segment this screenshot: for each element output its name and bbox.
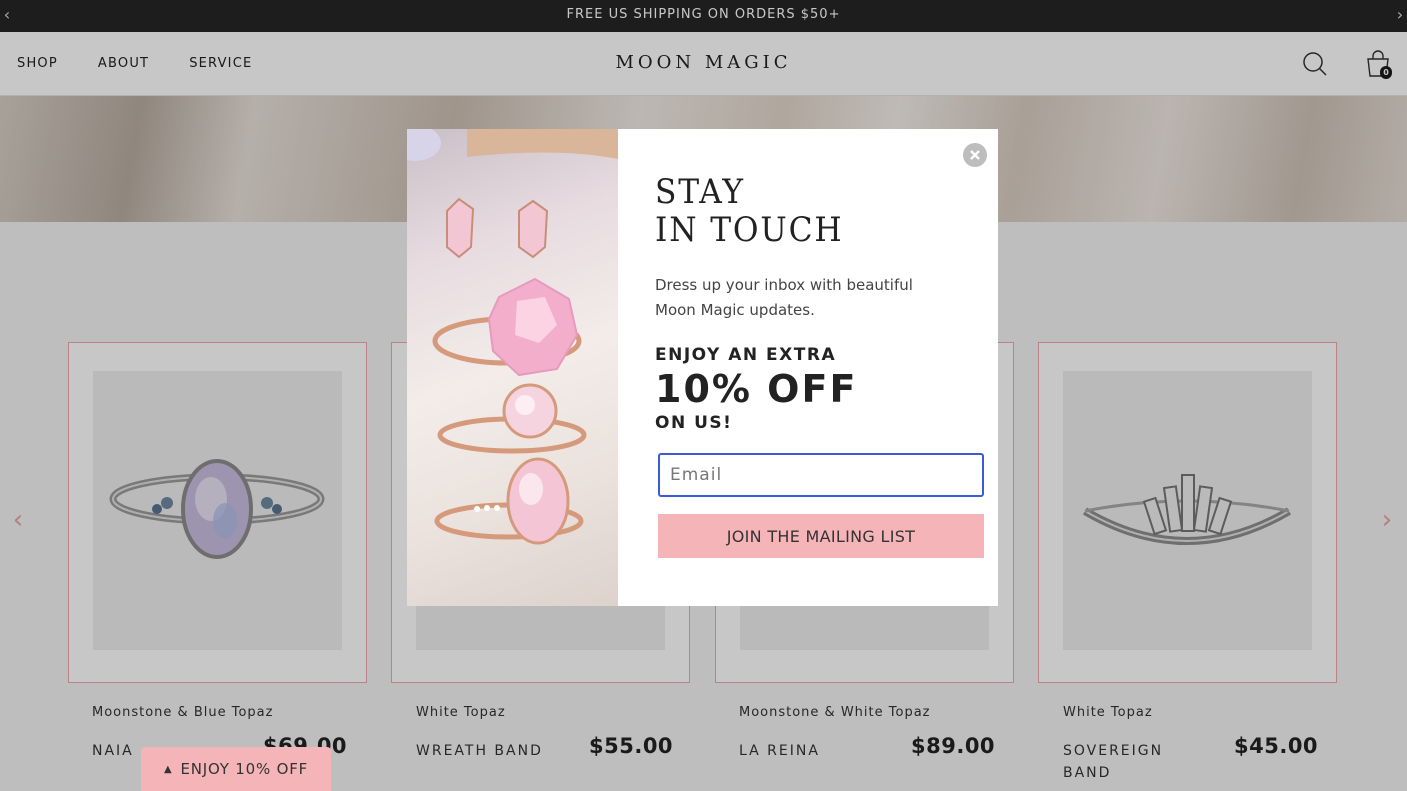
close-icon[interactable] xyxy=(963,143,987,167)
caret-up-icon: ▲ xyxy=(163,764,173,775)
join-mailing-list-button[interactable]: JOIN THE MAILING LIST xyxy=(658,514,984,558)
popup-title-line1: STAY xyxy=(655,172,745,212)
newsletter-popup: STAY IN TOUCH Dress up your inbox with b… xyxy=(407,129,998,606)
offer-line-1: ENJOY AN EXTRA xyxy=(655,345,837,365)
offer-discount: 10% OFF xyxy=(655,367,858,411)
offer-line-3: ON US! xyxy=(655,413,733,433)
popup-title-line2: IN TOUCH xyxy=(655,210,844,250)
popup-description: Dress up your inbox with beautiful Moon … xyxy=(655,276,913,319)
enjoy-discount-tab[interactable]: ▲ ENJOY 10% OFF xyxy=(141,747,331,791)
enjoy-tab-label: ENJOY 10% OFF xyxy=(180,760,309,778)
popup-title: STAY IN TOUCH xyxy=(655,173,843,249)
email-field[interactable] xyxy=(658,453,984,497)
rose-quartz-rings-image xyxy=(407,129,618,545)
popup-jewelry-photo xyxy=(407,129,618,606)
